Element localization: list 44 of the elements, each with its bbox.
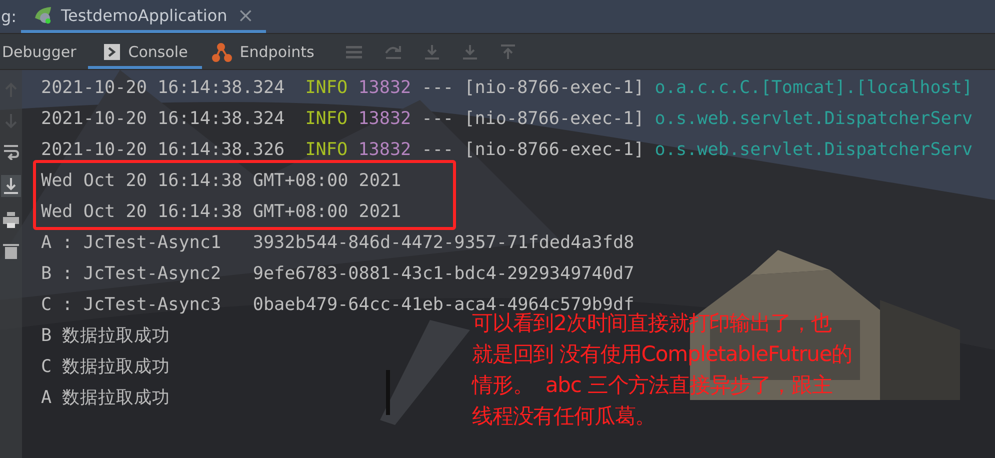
download-icon[interactable] [462,44,478,60]
endpoints-icon [212,42,232,62]
console-output: A : JcTest-Async1 3932b544-846d-4472-9357-71fded4a3fd8 [41,232,634,252]
annotation-text: 线程没有任何瓜葛。 [472,404,657,428]
console-output: B 数据拉取成功 [41,326,170,346]
upload-icon[interactable] [500,44,516,60]
menu-icon[interactable] [346,44,362,60]
annotation-text: 可以看到2次时间直接就打印输出了，也 [472,311,833,335]
thread-name: [nio-8766-exec-1] [464,78,644,98]
scroll-to-end-icon[interactable] [1,175,21,197]
tool-tab[interactable]: Debugger [0,34,86,69]
log-level: INFO [305,140,348,160]
print-icon[interactable] [3,212,19,228]
process-id: 13832 [358,140,412,160]
log-timestamp: 2021-10-20 16:14:38.324 [41,108,285,128]
log-separator: --- [422,78,454,98]
process-id: 13832 [358,78,412,98]
thread-name: [nio-8766-exec-1] [464,108,644,128]
log-timestamp: 2021-10-20 16:14:38.326 [41,140,285,160]
log-timestamp: 2021-10-20 16:14:38.324 [41,78,285,98]
logger-name: o.s.web.servlet.DispatcherServ [654,108,973,128]
logger-name: o.a.c.c.C.[Tomcat].[localhost] [654,78,973,98]
console-output: C 数据拉取成功 [41,356,170,376]
trash-icon[interactable] [3,243,19,259]
log-separator: --- [422,108,454,128]
log-level: INFO [305,78,348,98]
console-output: B : JcTest-Async2 9efe6783-0881-43c1-bdc4-2929349740d7 [41,264,634,284]
annotation-text: 就是回到 没有使用CompletableFutrue的 [472,342,852,366]
logger-name: o.s.web.servlet.DispatcherServ [654,140,973,160]
download-icon[interactable] [424,44,440,60]
process-id: 13832 [358,108,412,128]
log-separator: --- [422,140,454,160]
tool-tab[interactable]: Endpoints [202,34,324,69]
annotation-text: 情形。 abc 三个方法直接异步了，跟主 [472,373,834,397]
log-level: INFO [305,108,348,128]
console-output: A 数据拉取成功 [41,388,170,408]
console-output: Wed Oct 20 16:14:38 GMT+08:00 2021 [41,170,402,190]
tool-tab[interactable]: Console [88,34,202,69]
thread-name: [nio-8766-exec-1] [464,140,644,160]
soft-wrap-icon[interactable] [3,144,19,160]
run-label: g: [1,7,18,26]
console-icon [104,44,120,60]
step-over-icon[interactable] [384,44,402,60]
console-output: Wed Oct 20 16:14:38 GMT+08:00 2021 [41,202,402,222]
